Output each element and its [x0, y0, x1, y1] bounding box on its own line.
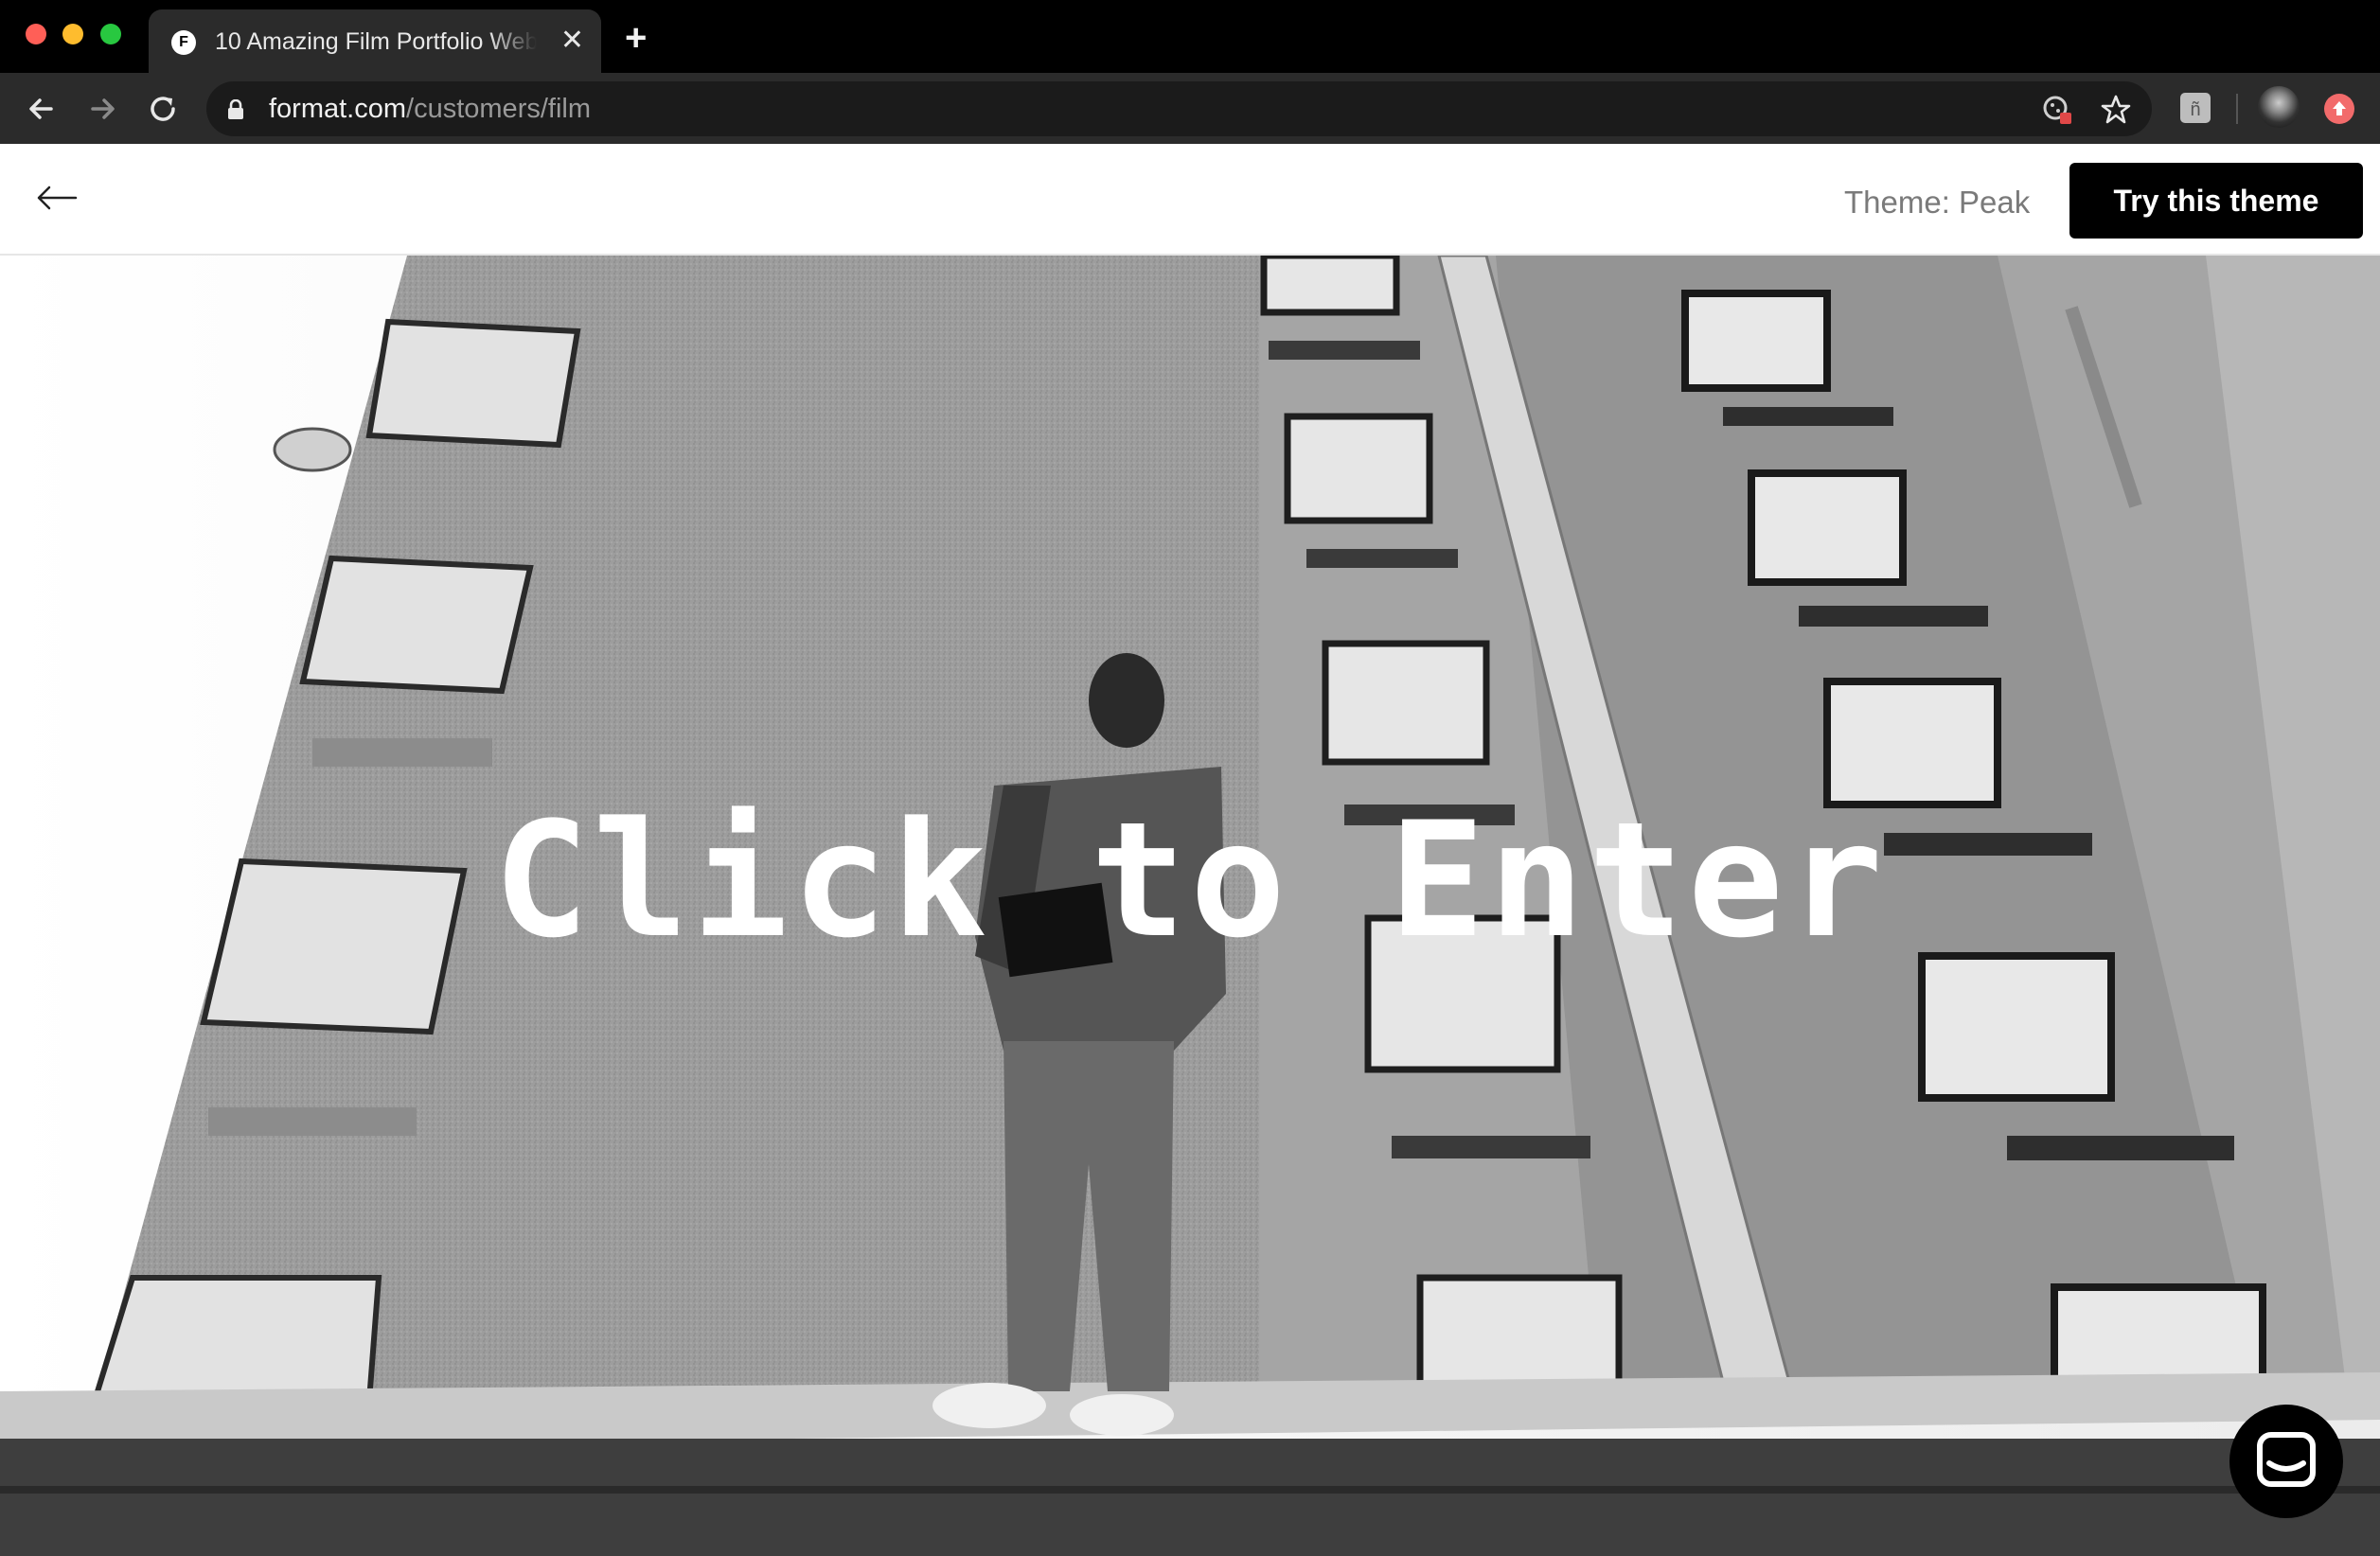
url-path: /customers/film [406, 94, 592, 124]
tab-title: 10 Amazing Film Portfolio Websites [215, 28, 537, 55]
forward-nav-icon[interactable] [83, 90, 121, 128]
browser-toolbar: format.com/customers/film ñ [0, 73, 2380, 144]
click-to-enter-text[interactable]: Click to Enter [0, 790, 2380, 970]
hero-enter-area[interactable]: Click to Enter [0, 256, 2380, 1556]
browser-tab-active[interactable]: F 10 Amazing Film Portfolio Websites ✕ [149, 9, 601, 73]
extension-icon[interactable]: ñ [2177, 90, 2213, 126]
theme-preview-header: Theme: Peak Try this theme [0, 144, 2380, 256]
cookie-blocked-icon[interactable] [2041, 94, 2073, 126]
format-favicon-icon: F [171, 30, 196, 55]
browser-tab-bar: F 10 Amazing Film Portfolio Websites ✕ + [0, 0, 2380, 73]
reload-icon[interactable] [144, 90, 182, 128]
address-bar[interactable]: format.com/customers/film [206, 81, 2152, 136]
bookmark-star-icon[interactable] [2100, 94, 2132, 126]
theme-name-label: Theme: Peak [1844, 185, 2031, 220]
new-tab-button[interactable]: + [625, 19, 647, 57]
toolbar-divider [2236, 94, 2238, 124]
url-text: format.com/customers/film [269, 94, 591, 124]
svg-text:ñ: ñ [2190, 99, 2200, 120]
try-this-theme-button[interactable]: Try this theme [2069, 163, 2363, 239]
url-host: format.com [269, 94, 407, 124]
profile-avatar[interactable] [2258, 86, 2300, 128]
tab-close-icon[interactable]: ✕ [560, 25, 584, 57]
close-window-button[interactable] [26, 24, 46, 44]
maximize-window-button[interactable] [100, 24, 121, 44]
lock-icon [228, 99, 243, 119]
minimize-window-button[interactable] [62, 24, 83, 44]
back-nav-icon[interactable] [23, 90, 61, 128]
update-available-icon[interactable] [2324, 94, 2354, 124]
back-arrow-icon[interactable] [36, 184, 78, 212]
chat-launcher-button[interactable] [2229, 1405, 2343, 1518]
chat-launcher-icon [2257, 1432, 2316, 1487]
